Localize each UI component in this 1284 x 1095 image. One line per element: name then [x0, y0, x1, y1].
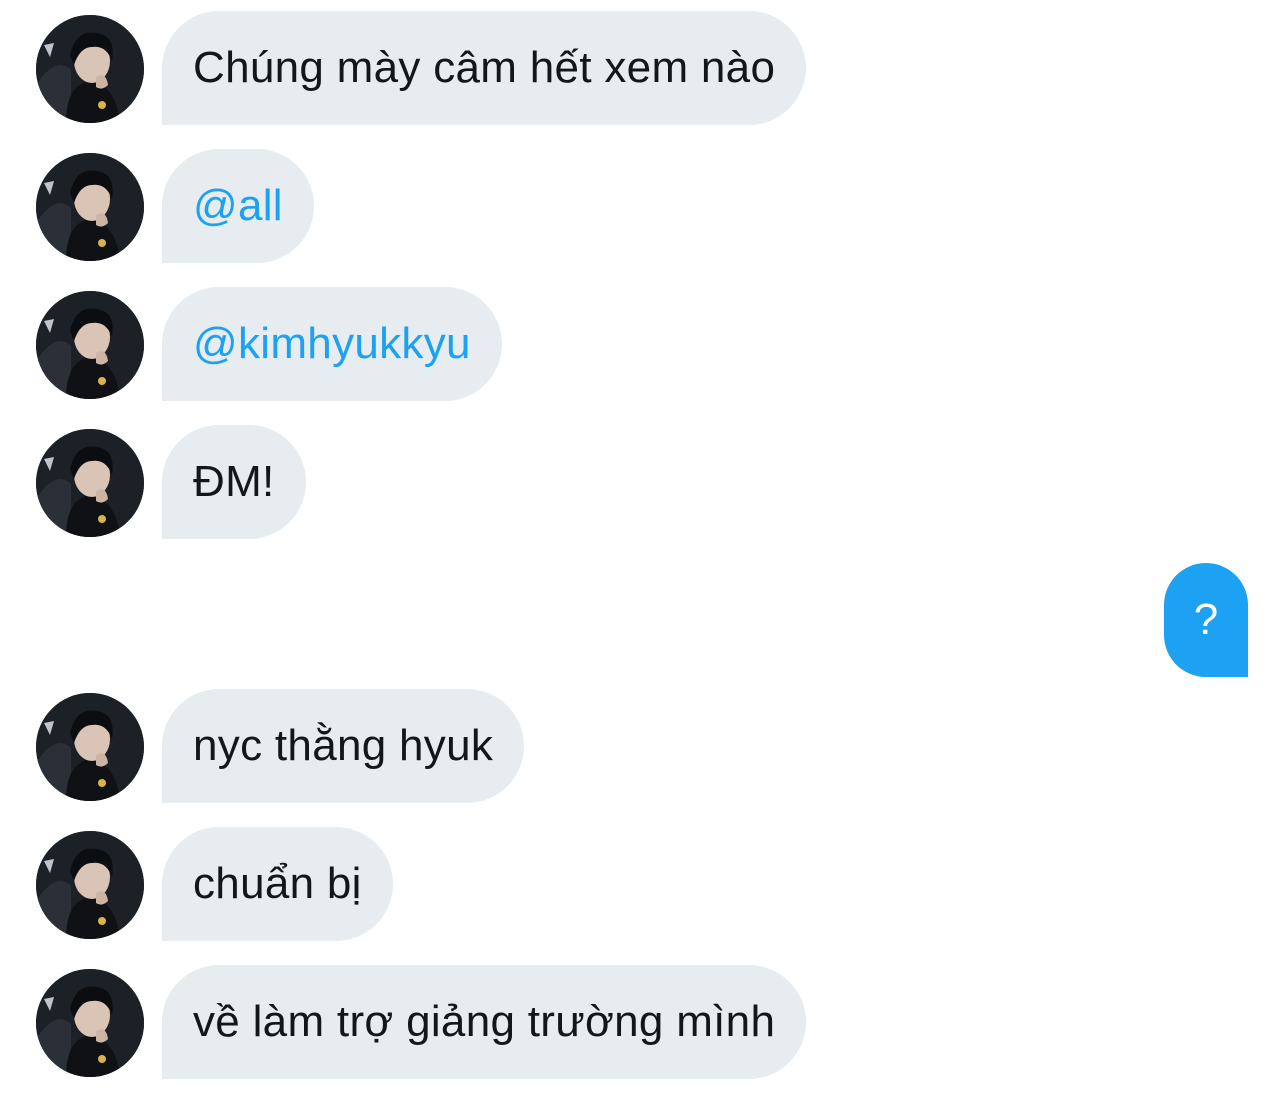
avatar-photo-icon — [36, 693, 144, 801]
message-row: ĐM! — [0, 425, 1284, 539]
incoming-message-bubble[interactable]: nyc thằng hyuk — [162, 689, 525, 803]
sender-avatar[interactable] — [36, 429, 144, 537]
avatar-photo-icon — [36, 291, 144, 399]
sender-avatar[interactable] — [36, 969, 144, 1077]
avatar-photo-icon — [36, 429, 144, 537]
message-row: Chúng mày câm hết xem nào — [0, 11, 1284, 125]
incoming-mention-bubble[interactable]: @kimhyukkyu — [162, 287, 502, 401]
message-row: nyc thằng hyuk — [0, 689, 1284, 803]
incoming-message-bubble[interactable]: về làm trợ giảng trường mình — [162, 965, 807, 1079]
message-row: @all — [0, 149, 1284, 263]
sender-avatar[interactable] — [36, 15, 144, 123]
outgoing-message-bubble[interactable]: ? — [1164, 563, 1248, 677]
message-row: chuẩn bị — [0, 827, 1284, 941]
incoming-message-bubble[interactable]: chuẩn bị — [162, 827, 393, 941]
incoming-mention-bubble[interactable]: @all — [162, 149, 314, 263]
message-thread: Chúng mày câm hết xem nào @all @kimhyukk… — [0, 0, 1284, 1095]
message-row: @kimhyukkyu — [0, 287, 1284, 401]
sender-avatar[interactable] — [36, 693, 144, 801]
avatar-photo-icon — [36, 831, 144, 939]
sender-avatar[interactable] — [36, 831, 144, 939]
message-row: về làm trợ giảng trường mình — [0, 965, 1284, 1079]
incoming-message-bubble[interactable]: Chúng mày câm hết xem nào — [162, 11, 807, 125]
avatar-photo-icon — [36, 15, 144, 123]
incoming-message-bubble[interactable]: ĐM! — [162, 425, 306, 539]
sender-avatar[interactable] — [36, 291, 144, 399]
sender-avatar[interactable] — [36, 153, 144, 261]
avatar-photo-icon — [36, 153, 144, 261]
avatar-photo-icon — [36, 969, 144, 1077]
